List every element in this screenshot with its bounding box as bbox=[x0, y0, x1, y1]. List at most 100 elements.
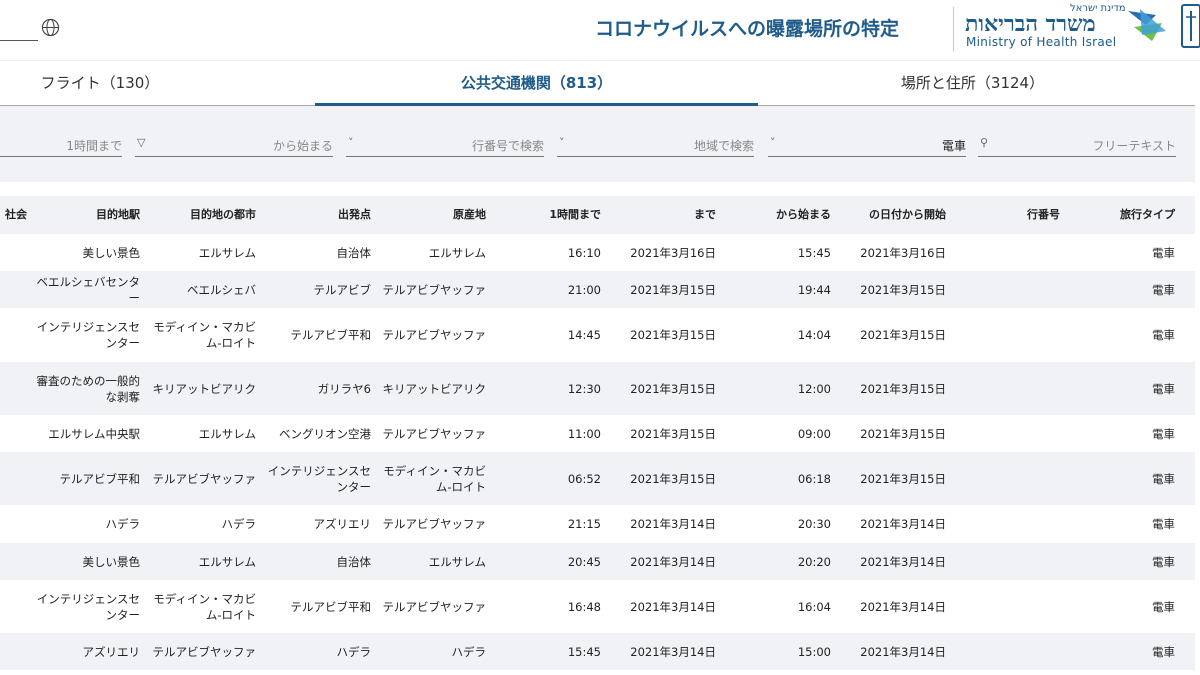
table-row[interactable]: ベエルシェバセンター ベエルシェバ テルアビブ テルアビブヤッファ 21:00 2021年… bbox=[0, 271, 1195, 308]
cell-origin: テルアビブヤッファ bbox=[382, 328, 487, 342]
cell-departure: テルアビブ bbox=[313, 282, 372, 297]
region-search[interactable]: ˅ 地域で検索 bbox=[557, 133, 754, 157]
search-icon: ⚲ bbox=[980, 136, 989, 149]
cell-origin: エルサレム bbox=[428, 245, 486, 260]
cell-until-hour: 16:10 bbox=[567, 245, 601, 260]
cell-line-number bbox=[948, 452, 1062, 505]
col-header-line[interactable]: 行番号 bbox=[948, 196, 1062, 234]
starts-from-filter-label: から始まる bbox=[272, 139, 333, 153]
col-header-until[interactable]: まで bbox=[603, 196, 718, 234]
line-number-search[interactable]: ˅ 行番号で検索 bbox=[346, 133, 544, 157]
table-row[interactable]: テルアビブ平和 テルアビブヤッファ インテリジェンスセンター モディイン・マカビム-ロ… bbox=[0, 452, 1195, 505]
col-header-until-hour[interactable]: 1時間まで bbox=[488, 196, 603, 234]
cell-origin: モディイン・マカビム-ロイト bbox=[383, 463, 486, 494]
cell-from-time: 16:04 bbox=[797, 599, 831, 614]
starts-from-filter[interactable]: ▽ から始まる bbox=[135, 133, 333, 157]
col-header-from[interactable]: から始まる bbox=[718, 196, 833, 234]
cell-line-number bbox=[948, 543, 1062, 580]
cell-until-hour: 21:00 bbox=[567, 282, 601, 297]
cell-company bbox=[0, 452, 30, 505]
chevron-down-icon: ˅ bbox=[770, 136, 776, 149]
cell-line-number bbox=[948, 308, 1062, 362]
cell-until-hour: 11:00 bbox=[567, 426, 601, 441]
col-header-travel-type[interactable]: 旅行タイプ bbox=[1062, 196, 1177, 234]
cell-line-number bbox=[948, 271, 1062, 308]
travel-type-select[interactable]: ˅ 電車 bbox=[768, 133, 966, 157]
table-row[interactable]: エルサレム中央駅 エルサレム ベングリオン空港 テルアビブヤッファ 11:00 2021年… bbox=[0, 415, 1195, 452]
col-header-dest-station[interactable]: 目的地駅 bbox=[30, 196, 142, 234]
cell-start-date: 2021年3月14日 bbox=[860, 599, 946, 614]
table-row[interactable]: 審査のための一般的な剥奪 キリアットビアリク ガリラヤ6 キリアットビアリク 12:30… bbox=[0, 362, 1195, 415]
cell-dest-station: アズリエリ bbox=[82, 644, 141, 659]
tab-places[interactable]: 場所と住所（3124） bbox=[830, 61, 1115, 107]
cell-until-date: 2021年3月14日 bbox=[630, 517, 716, 531]
cell-dest-station: ベエルシェバセンター bbox=[36, 274, 141, 305]
cell-until-hour: 06:52 bbox=[567, 471, 601, 486]
free-text-search[interactable]: ⚲ フリーテキスト bbox=[978, 133, 1176, 157]
cell-departure: テルアビブ平和 bbox=[290, 328, 372, 342]
cell-from-time: 20:30 bbox=[797, 517, 831, 531]
cell-dest-station: エルサレム中央駅 bbox=[48, 426, 140, 441]
table-row[interactable]: インテリジェンスセンター モディイン・マカビム-ロイト テルアビブ平和 テルアビブヤッ… bbox=[0, 308, 1195, 362]
table-row[interactable]: ハデラ ハデラ アズリエリ テルアビブヤッファ 21:15 2021年3月14日 20:30… bbox=[0, 505, 1195, 543]
cell-from-time: 14:04 bbox=[797, 328, 831, 342]
cell-travel-type: 電車 bbox=[1152, 282, 1175, 297]
cell-origin: テルアビブヤッファ bbox=[382, 426, 487, 441]
cell-start-date: 2021年3月15日 bbox=[860, 381, 946, 396]
cell-departure: テルアビブ平和 bbox=[290, 599, 372, 614]
col-header-company[interactable]: 社会 bbox=[0, 196, 30, 234]
cell-until-date: 2021年3月15日 bbox=[630, 328, 716, 342]
language-input[interactable] bbox=[0, 40, 38, 41]
cell-from-time: 06:18 bbox=[797, 471, 831, 486]
cell-line-number bbox=[948, 362, 1062, 415]
cell-until-date: 2021年3月16日 bbox=[630, 245, 716, 260]
cell-dest-city: テルアビブヤッファ bbox=[152, 471, 257, 486]
cell-travel-type: 電車 bbox=[1152, 471, 1175, 486]
cell-travel-type: 電車 bbox=[1152, 328, 1175, 342]
tab-flights[interactable]: フライト（130） bbox=[0, 61, 200, 107]
cell-from-time: 15:45 bbox=[797, 245, 831, 260]
cell-until-hour: 21:15 bbox=[567, 517, 601, 531]
cell-dest-city: エルサレム bbox=[198, 426, 256, 441]
cell-dest-station: インテリジェンスセンター bbox=[36, 591, 140, 622]
table-row[interactable]: インテリジェンスセンター モディイン・マカビム-ロイト テルアビブ平和 テルアビブヤッ… bbox=[0, 580, 1195, 633]
cell-start-date: 2021年3月15日 bbox=[860, 328, 946, 342]
logo-ministry-english: Ministry of Health Israel bbox=[966, 35, 1117, 49]
cell-dest-city: テルアビブヤッファ bbox=[152, 644, 257, 659]
cell-start-date: 2021年3月14日 bbox=[860, 517, 946, 531]
cell-from-time: 09:00 bbox=[797, 426, 831, 441]
cell-until-date: 2021年3月15日 bbox=[630, 471, 716, 486]
cell-line-number bbox=[948, 633, 1062, 670]
until-hour-filter[interactable]: 1時間まで bbox=[0, 133, 122, 157]
tab-public-transport[interactable]: 公共交通機関（813） bbox=[315, 61, 758, 107]
filter-icon: ▽ bbox=[137, 136, 146, 149]
col-header-start-date[interactable]: の日付から開始 bbox=[833, 196, 948, 234]
cell-departure: ハデラ bbox=[336, 644, 372, 659]
col-header-origin[interactable]: 原産地 bbox=[373, 196, 488, 234]
globe-icon[interactable] bbox=[41, 18, 60, 37]
col-header-departure[interactable]: 出発点 bbox=[258, 196, 373, 234]
exposure-table: 社会 目的地駅 目的地の都市 出発点 原産地 1時間まで まで から始まる の日… bbox=[0, 196, 1195, 670]
cell-departure: インテリジェンスセンター bbox=[267, 463, 371, 494]
col-header-dest-city[interactable]: 目的地の都市 bbox=[142, 196, 258, 234]
cell-from-time: 15:00 bbox=[797, 644, 831, 659]
table-row[interactable]: 美しい景色 エルサレム 自治体 エルサレム 20:45 2021年3月14日 20:20 20… bbox=[0, 543, 1195, 580]
cell-line-number bbox=[948, 415, 1062, 452]
cell-dest-station: 美しい景色 bbox=[82, 554, 141, 569]
cell-until-date: 2021年3月14日 bbox=[630, 644, 716, 659]
cell-dest-city: エルサレム bbox=[198, 245, 256, 260]
table-row[interactable]: 美しい景色 エルサレム 自治体 エルサレム 16:10 2021年3月16日 15:45 20… bbox=[0, 234, 1195, 271]
table-row[interactable]: アズリエリ テルアビブヤッファ ハデラ ハデラ 15:45 2021年3月14日 15:00… bbox=[0, 633, 1195, 670]
filter-bar: 1時間まで ▽ から始まる ˅ 行番号で検索 ˅ 地域で検索 ˅ 電車 ⚲ フリ… bbox=[0, 106, 1195, 182]
page-title: コロナウイルスへの曝露場所の特定 bbox=[595, 18, 900, 40]
cell-travel-type: 電車 bbox=[1152, 245, 1175, 260]
cell-line-number bbox=[948, 505, 1062, 543]
logo-ministry-hebrew: משרד הבריאות bbox=[965, 11, 1096, 37]
cell-from-time: 19:44 bbox=[797, 282, 831, 297]
cell-line-number bbox=[948, 580, 1062, 633]
cell-company bbox=[0, 505, 30, 543]
cell-start-date: 2021年3月14日 bbox=[860, 554, 946, 569]
cell-start-date: 2021年3月15日 bbox=[860, 471, 946, 486]
cell-start-date: 2021年3月14日 bbox=[860, 644, 946, 659]
cell-until-hour: 14:45 bbox=[567, 328, 601, 342]
